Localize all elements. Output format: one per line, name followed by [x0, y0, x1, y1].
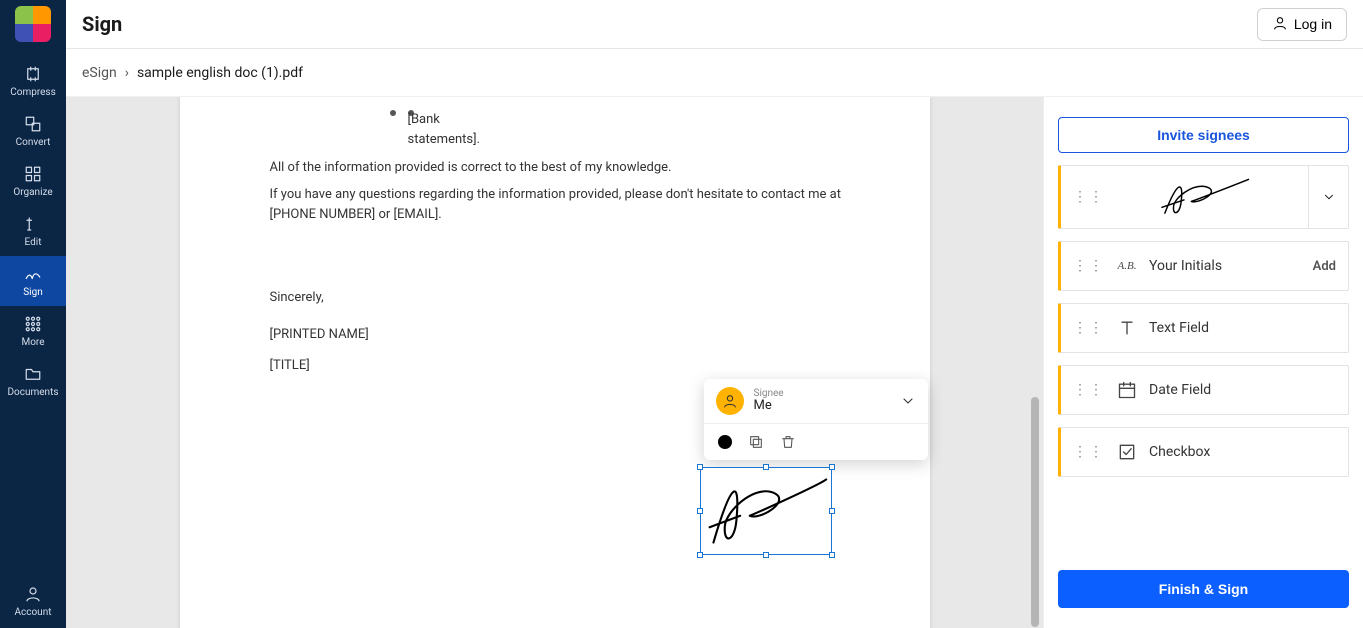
documents-icon: [24, 365, 42, 383]
drag-handle-icon[interactable]: ⋮⋮: [1073, 258, 1105, 274]
pdf-page[interactable]: [Bank statements]. All of the informatio…: [180, 97, 930, 628]
sign-icon: [24, 265, 42, 283]
compress-icon: [24, 65, 42, 83]
workspace: [Bank statements]. All of the informatio…: [66, 97, 1363, 628]
signature-dropdown[interactable]: [1308, 166, 1348, 228]
organize-icon: [24, 165, 42, 183]
doc-para: If you have any questions regarding the …: [270, 185, 890, 227]
nav-sign[interactable]: Sign: [0, 256, 66, 306]
field-label: Your Initials: [1149, 258, 1301, 274]
checkbox-icon: [1117, 442, 1137, 462]
signature-thumbnail: [1117, 175, 1296, 219]
signee-label: Signee: [754, 388, 890, 400]
nav-label: Account: [14, 607, 51, 618]
login-label: Log in: [1294, 16, 1332, 32]
nav-edit[interactable]: Edit: [0, 206, 66, 256]
drag-handle-icon[interactable]: ⋮⋮: [1073, 382, 1105, 398]
nav-list: Compress Convert Organize Edit Sign More…: [0, 56, 66, 574]
breadcrumb-root[interactable]: eSign: [82, 65, 117, 81]
field-text[interactable]: ⋮⋮ Text Field: [1058, 303, 1349, 353]
nav-documents[interactable]: Documents: [0, 356, 66, 406]
doc-closing: Sincerely,: [270, 288, 890, 309]
drag-handle-icon[interactable]: ⋮⋮: [1073, 320, 1105, 336]
right-panel: Invite signees ⋮⋮ ⋮⋮ A.B. Your Initials …: [1043, 97, 1363, 628]
doc-title: [TITLE]: [270, 356, 890, 377]
finish-sign-button[interactable]: Finish & Sign: [1058, 570, 1349, 608]
breadcrumb-sep: ›: [125, 65, 129, 81]
field-date[interactable]: ⋮⋮ Date Field: [1058, 365, 1349, 415]
nav-label: Edit: [25, 237, 42, 248]
canvas[interactable]: [Bank statements]. All of the informatio…: [66, 97, 1043, 628]
more-icon: [24, 315, 42, 333]
scrollbar[interactable]: [1031, 397, 1039, 627]
left-sidebar: Compress Convert Organize Edit Sign More…: [0, 0, 66, 628]
chevron-down-icon[interactable]: [900, 393, 916, 409]
placed-signature[interactable]: [700, 467, 832, 555]
calendar-icon: [1117, 380, 1137, 400]
duplicate-icon[interactable]: [748, 434, 764, 450]
doc-bullet: [Bank statements].: [390, 103, 890, 124]
account-icon: [24, 585, 42, 603]
text-field-icon: [1117, 318, 1137, 338]
initials-icon: A.B.: [1117, 256, 1137, 276]
nav-organize[interactable]: Organize: [0, 156, 66, 206]
nav-label: Organize: [13, 187, 52, 198]
main-area: Sign Log in eSign › sample english doc (…: [66, 0, 1363, 628]
field-label: Checkbox: [1149, 444, 1336, 460]
signature-glyph: [701, 468, 831, 554]
avatar: [716, 387, 744, 415]
login-button[interactable]: Log in: [1257, 8, 1347, 41]
field-checkbox[interactable]: ⋮⋮ Checkbox: [1058, 427, 1349, 477]
nav-footer: Account: [0, 574, 66, 628]
nav-account[interactable]: Account: [0, 574, 66, 628]
topbar: Sign Log in: [66, 0, 1363, 49]
field-signature[interactable]: ⋮⋮: [1058, 165, 1349, 229]
nav-label: More: [21, 337, 44, 348]
field-label: Date Field: [1149, 382, 1336, 398]
user-icon: [1272, 15, 1288, 34]
nav-more[interactable]: More: [0, 306, 66, 356]
drag-handle-icon[interactable]: ⋮⋮: [1073, 189, 1105, 205]
doc-printed-name: [PRINTED NAME]: [270, 325, 890, 346]
field-label: Text Field: [1149, 320, 1336, 336]
doc-para: All of the information provided is corre…: [270, 158, 890, 179]
nav-label: Documents: [7, 387, 58, 398]
nav-label: Sign: [23, 287, 43, 298]
signature-popover: Signee Me: [704, 379, 928, 460]
field-initials[interactable]: ⋮⋮ A.B. Your Initials Add: [1058, 241, 1349, 291]
breadcrumb-file: sample english doc (1).pdf: [137, 65, 303, 81]
invite-signees-button[interactable]: Invite signees: [1058, 117, 1349, 153]
drag-handle-icon[interactable]: ⋮⋮: [1073, 444, 1105, 460]
add-initials-link[interactable]: Add: [1313, 259, 1336, 274]
convert-icon: [24, 115, 42, 133]
nav-label: Compress: [10, 87, 56, 98]
nav-compress[interactable]: Compress: [0, 56, 66, 106]
breadcrumb: eSign › sample english doc (1).pdf: [66, 49, 1363, 97]
page-title: Sign: [82, 12, 1241, 36]
color-picker-black[interactable]: [718, 435, 732, 449]
trash-icon[interactable]: [780, 434, 796, 450]
nav-convert[interactable]: Convert: [0, 106, 66, 156]
app-logo[interactable]: [15, 6, 51, 42]
edit-icon: [24, 215, 42, 233]
signee-selector[interactable]: Signee Me: [704, 379, 928, 424]
signee-value: Me: [754, 399, 890, 414]
nav-label: Convert: [16, 137, 51, 148]
